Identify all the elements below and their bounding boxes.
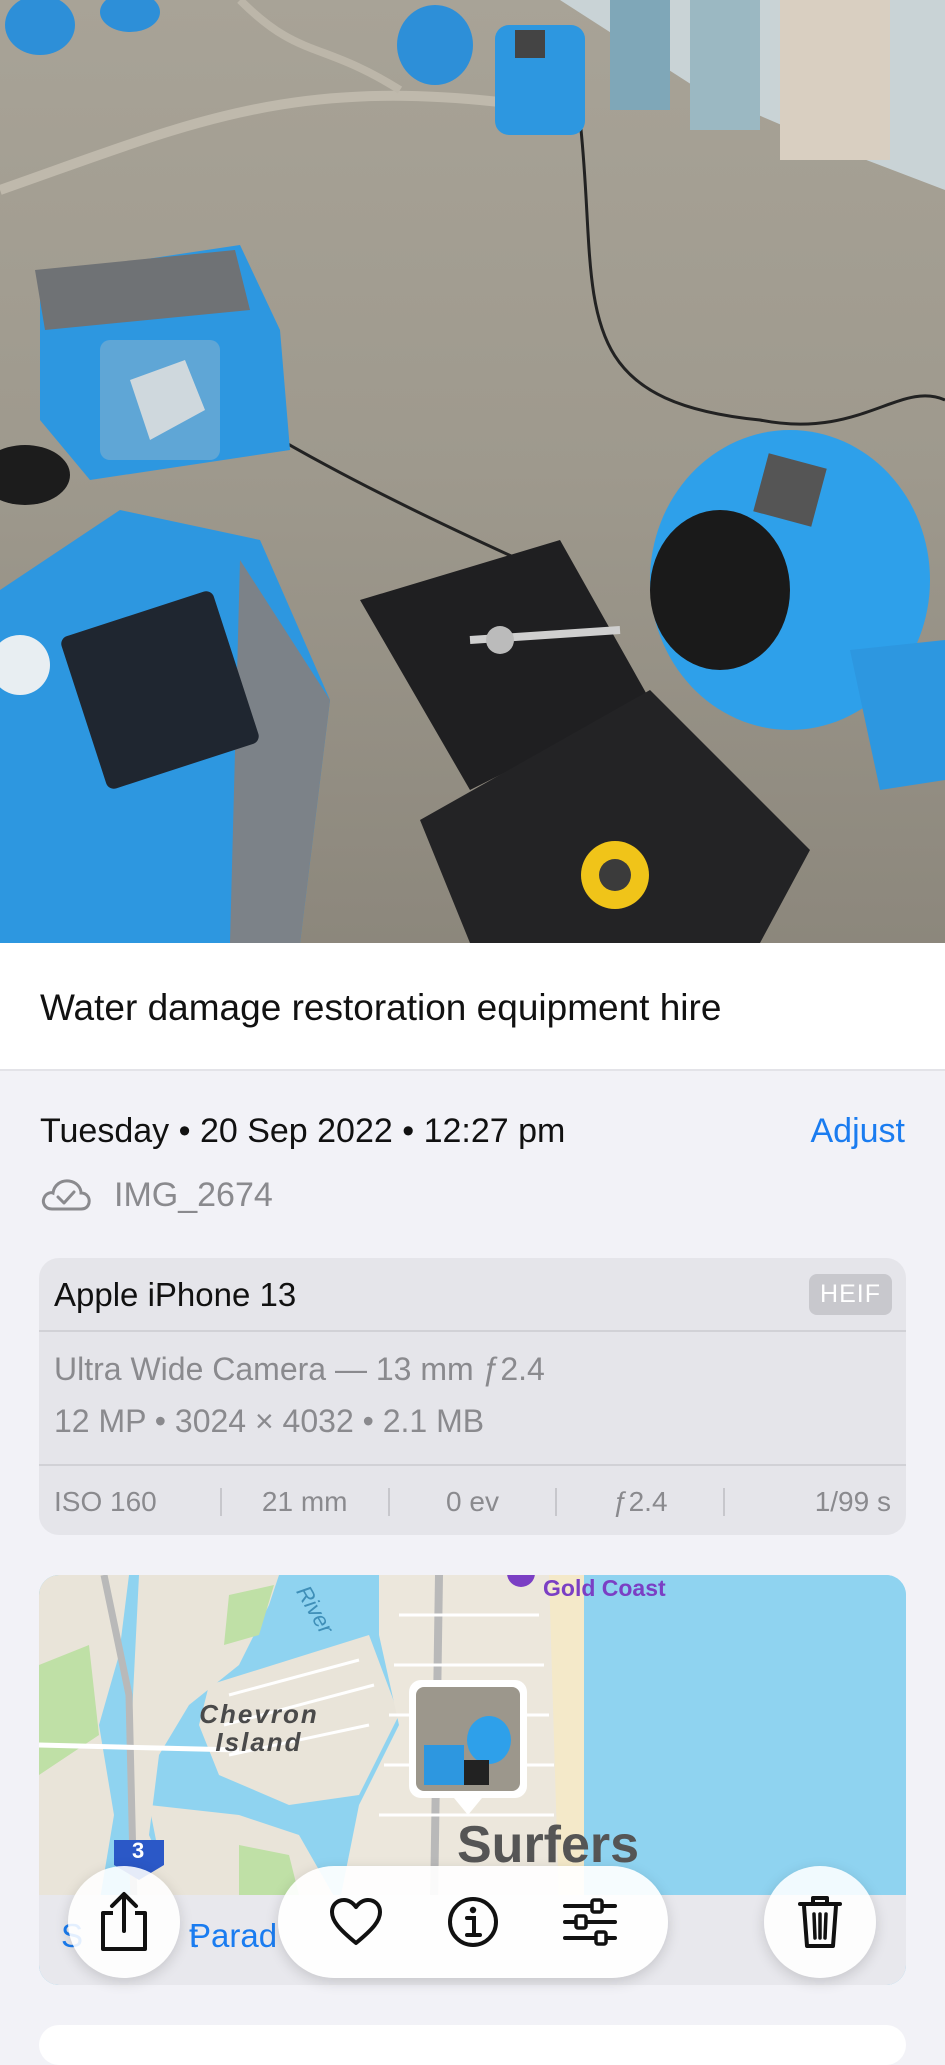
image-specs: 12 MP • 3024 × 4032 • 2.1 MB [54,1403,485,1439]
exif-aperture: ƒ2.4 [613,1485,668,1517]
filename-text: IMG_2674 [114,1175,273,1214]
map-route-shield: 3 [132,1838,145,1863]
caption-bar[interactable]: Water damage restoration equipment hire [0,943,945,1071]
sliders-icon [562,1898,617,1946]
share-icon [101,1892,147,1951]
exif-exposure-value: 0 ev [446,1485,499,1517]
favorite-button[interactable] [324,1890,388,1954]
photo-view[interactable] [0,0,945,943]
camera-info-card: Apple iPhone 13 HEIF Ultra Wide Camera —… [39,1258,906,1535]
icloud-check-icon [41,1179,91,1211]
lens-info: Ultra Wide Camera — 13 mm ƒ2.4 [54,1351,545,1387]
map-label-chevron-island: Chevron Island [199,1699,319,1757]
caption-text[interactable]: Water damage restoration equipment hire [40,987,721,1029]
next-card-edge [39,2025,906,2065]
heart-icon [330,1898,383,1945]
device-name: Apple iPhone 13 [54,1276,297,1313]
camera-card-header: Apple iPhone 13 HEIF [39,1258,906,1332]
share-button[interactable] [68,1866,180,1978]
photo-datetime: Tuesday • 20 Sep 2022 • 12:27 pm [40,1112,566,1150]
photo-actions-toolbar [278,1866,668,1978]
exif-row: ISO 160 21 mm 0 ev ƒ2.4 1/99 s [39,1464,906,1535]
exif-focal-length: 21 mm [261,1485,348,1517]
trash-icon [798,1896,842,1948]
info-button[interactable] [441,1890,505,1954]
adjust-datetime-button[interactable]: Adjust [811,1112,906,1151]
edit-adjust-button[interactable] [558,1890,622,1954]
exif-shutter-speed: 1/99 s [814,1485,891,1517]
delete-button[interactable] [764,1866,876,1978]
map-label-gold-coast: Gold Coast [543,1575,666,1601]
format-badge: HEIF [809,1274,892,1315]
exif-iso: ISO 160 [54,1485,157,1517]
info-icon [447,1897,498,1947]
filename-row: IMG_2674 [40,1170,273,1220]
